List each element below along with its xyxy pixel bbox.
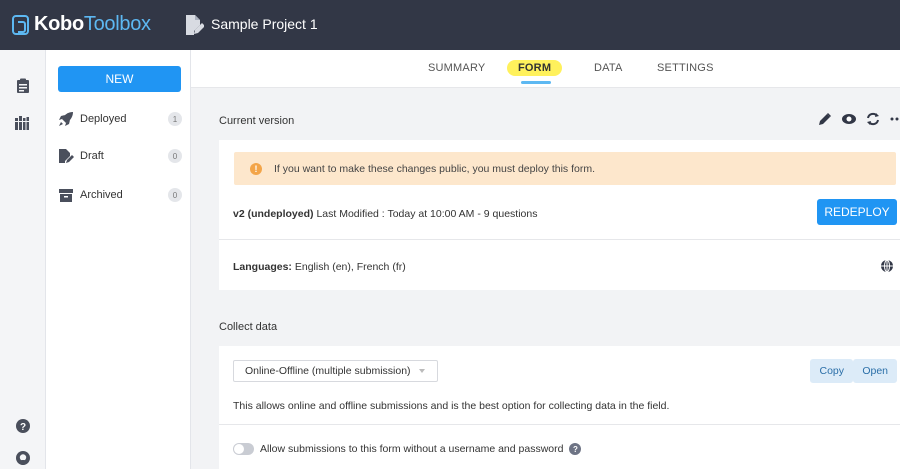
current-version-card: ! If you want to make these changes publ…: [219, 140, 900, 290]
icon-rail: ?: [0, 50, 46, 469]
kobo-logo-icon: [12, 14, 29, 35]
rocket-icon: [59, 112, 73, 126]
sidebar-item-deployed[interactable]: Deployed 1: [58, 110, 182, 128]
tab-data[interactable]: DATA: [594, 62, 623, 74]
collect-data-label: Collect data: [219, 321, 278, 333]
tab-form[interactable]: FORM: [507, 60, 563, 76]
divider: [219, 239, 900, 240]
tab-settings[interactable]: SETTINGS: [657, 62, 714, 74]
current-version-label: Current version: [219, 115, 295, 127]
project-title[interactable]: Sample Project 1: [211, 16, 318, 32]
sidebar-item-draft[interactable]: Draft 0: [58, 147, 182, 165]
divider: [219, 424, 900, 425]
logo-kobo-text: Kobo: [34, 13, 84, 35]
kobotoolbox-logo[interactable]: Kobo Toolbox: [12, 13, 151, 36]
anonymous-submission-toggle[interactable]: [233, 443, 254, 455]
active-tab-indicator: [521, 81, 551, 84]
library-icon[interactable]: [14, 115, 30, 131]
collect-data-card: Online-Offline (multiple submission) Cop…: [219, 346, 900, 469]
count-badge: 1: [168, 112, 182, 126]
languages-label: Languages:: [233, 261, 292, 273]
replace-icon[interactable]: [866, 112, 880, 126]
languages-info: Languages: English (en), French (fr): [233, 261, 406, 273]
help-icon[interactable]: ?: [569, 443, 582, 455]
chevron-down-icon: [419, 369, 425, 373]
languages-value: English (en), French (fr): [294, 261, 406, 273]
warning-text: If you want to make these changes public…: [274, 162, 595, 175]
anonymous-submission-row: Allow submissions to this form without a…: [233, 443, 582, 455]
main-content: SUMMARY FORM DATA SETTINGS Current versi…: [191, 50, 900, 469]
tab-summary[interactable]: SUMMARY: [428, 62, 485, 74]
collect-method-select[interactable]: Online-Offline (multiple submission): [233, 360, 438, 382]
archive-icon: [59, 189, 73, 202]
globe-icon[interactable]: [880, 259, 894, 273]
count-badge: 0: [168, 149, 182, 163]
svg-text:?: ?: [20, 422, 26, 433]
last-modified: Last Modified : Today at 10:00 AM - 9 qu…: [316, 208, 538, 220]
help-icon[interactable]: ?: [15, 418, 31, 434]
sidebar: NEW Deployed 1 Draft 0 Archived 0: [46, 50, 191, 469]
deploy-warning: ! If you want to make these changes publ…: [234, 152, 896, 185]
form-edit-icon: [186, 15, 204, 35]
top-bar: Kobo Toolbox Sample Project 1: [0, 0, 900, 50]
copy-button[interactable]: Copy: [810, 359, 853, 383]
sidebar-item-label: Archived: [80, 189, 123, 201]
github-icon[interactable]: [15, 450, 31, 466]
more-icon[interactable]: [890, 112, 900, 126]
selected-option: Online-Offline (multiple submission): [245, 365, 411, 377]
new-button[interactable]: NEW: [58, 66, 181, 92]
clipboard-icon[interactable]: [15, 78, 31, 94]
version-info: v2 (undeployed) Last Modified : Today at…: [233, 208, 537, 220]
logo-toolbox-text: Toolbox: [83, 13, 151, 35]
open-button[interactable]: Open: [853, 359, 897, 383]
sidebar-item-label: Deployed: [80, 113, 127, 125]
version-label: v2 (undeployed): [233, 208, 314, 220]
preview-icon[interactable]: [842, 112, 856, 126]
redeploy-button[interactable]: REDEPLOY: [817, 199, 897, 225]
sidebar-item-archived[interactable]: Archived 0: [58, 186, 182, 204]
tab-bar: SUMMARY FORM DATA SETTINGS: [191, 50, 900, 88]
count-badge: 0: [168, 188, 182, 202]
form-actions: [818, 112, 900, 126]
edit-icon[interactable]: [818, 112, 832, 126]
warning-icon: !: [250, 162, 262, 175]
toggle-label: Allow submissions to this form without a…: [260, 443, 564, 455]
sidebar-item-label: Draft: [80, 150, 104, 162]
draft-icon: [59, 149, 74, 163]
collect-description: This allows online and offline submissio…: [233, 400, 670, 412]
